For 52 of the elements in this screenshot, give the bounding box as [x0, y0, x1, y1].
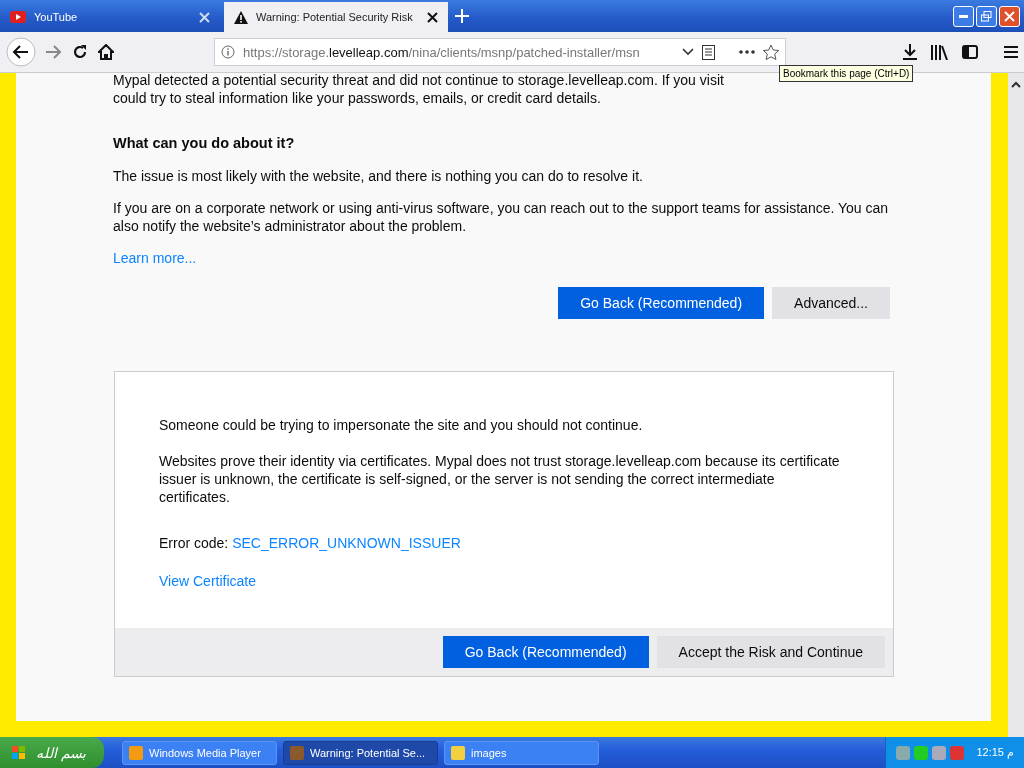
- restore-button[interactable]: [976, 5, 997, 27]
- back-icon[interactable]: [6, 37, 36, 67]
- paragraph: The issue is most likely with the website, and there is nothing you can do to resolve it.: [113, 167, 644, 185]
- warning-icon: [234, 10, 248, 24]
- paragraph: If you are on a corporate network or using anti-virus software, you can reach out to the support teams for assistance. You can also notify the website’s administrator about the problem.: [113, 199, 890, 235]
- section-heading: What can you do about it?: [113, 135, 296, 151]
- video-logo-icon: [10, 11, 26, 23]
- dropdown-icon[interactable]: [682, 48, 694, 56]
- download-icon[interactable]: [903, 44, 917, 60]
- go-back-button[interactable]: Go Back (Recommended): [558, 287, 765, 319]
- address-field[interactable]: https://storage.levelleap.com/nina/clients/msnp/patched-installer/msn: [214, 38, 786, 66]
- close-icon: [1004, 10, 1015, 22]
- tooltip: Bookmark this page (Ctrl+D): [779, 65, 914, 82]
- app-icon: [451, 745, 465, 760]
- view-certificate-link[interactable]: View Certificate: [159, 573, 256, 589]
- taskbar-item[interactable]: Windows Media Player: [122, 740, 277, 765]
- taskbar-item[interactable]: Warning: Potential Se...: [283, 740, 438, 765]
- reload-icon[interactable]: [72, 44, 88, 60]
- taskbar-item[interactable]: images: [444, 740, 599, 765]
- home-icon[interactable]: [98, 44, 114, 60]
- error-code-link[interactable]: SEC_ERROR_UNKNOWN_ISSUER: [232, 535, 461, 551]
- windows-logo-icon: [12, 745, 26, 760]
- menu-icon[interactable]: [1004, 46, 1018, 58]
- minimize-icon: [959, 14, 968, 18]
- go-back-button[interactable]: Go Back (Recommended): [442, 636, 649, 668]
- app-icon: [129, 745, 143, 760]
- more-icon[interactable]: [739, 50, 755, 54]
- close-window-button[interactable]: [999, 5, 1020, 27]
- learn-more-link[interactable]: Learn more...: [113, 250, 197, 266]
- star-icon[interactable]: [763, 44, 779, 60]
- error-label: Error code:: [159, 535, 229, 551]
- browser-tab[interactable]: YouTube: [0, 2, 220, 32]
- new-tab-icon[interactable]: [455, 9, 469, 23]
- accept-risk-button[interactable]: Accept the Risk and Continue: [656, 636, 885, 668]
- clock: 12:15 م: [976, 746, 1014, 759]
- advanced-button[interactable]: Advanced...: [772, 287, 890, 319]
- app-icon: [290, 745, 304, 760]
- library-icon[interactable]: [931, 44, 948, 60]
- intro-text: could try to steal information like your passwords, emails, or credit card details.: [113, 89, 601, 107]
- forward-icon[interactable]: [46, 45, 62, 59]
- intro-text: Mypal detected a potential security threat and did not continue to storage.levelleap.com. If you visit: [113, 73, 724, 89]
- reader-view-icon[interactable]: [702, 44, 715, 60]
- scrollbar[interactable]: [1008, 73, 1024, 737]
- restore-icon: [981, 10, 992, 22]
- start-button[interactable]: بسم الله: [0, 737, 104, 768]
- paragraph: Websites prove their identity via certificates. Mypal does not trust storage.levelleap.com because its certificate issuer is unknown, the certificate is self-signed, or the server is not sending the correct intermediate certificates.: [159, 452, 841, 506]
- paragraph: Someone could be trying to impersonate the site and you should not continue.: [159, 416, 644, 434]
- minimize-button[interactable]: [953, 5, 974, 27]
- sidebar-icon[interactable]: [962, 45, 978, 59]
- close-icon[interactable]: [427, 11, 438, 23]
- browser-tab[interactable]: Warning: Potential Security Risk: [224, 2, 448, 32]
- info-icon[interactable]: [221, 45, 235, 59]
